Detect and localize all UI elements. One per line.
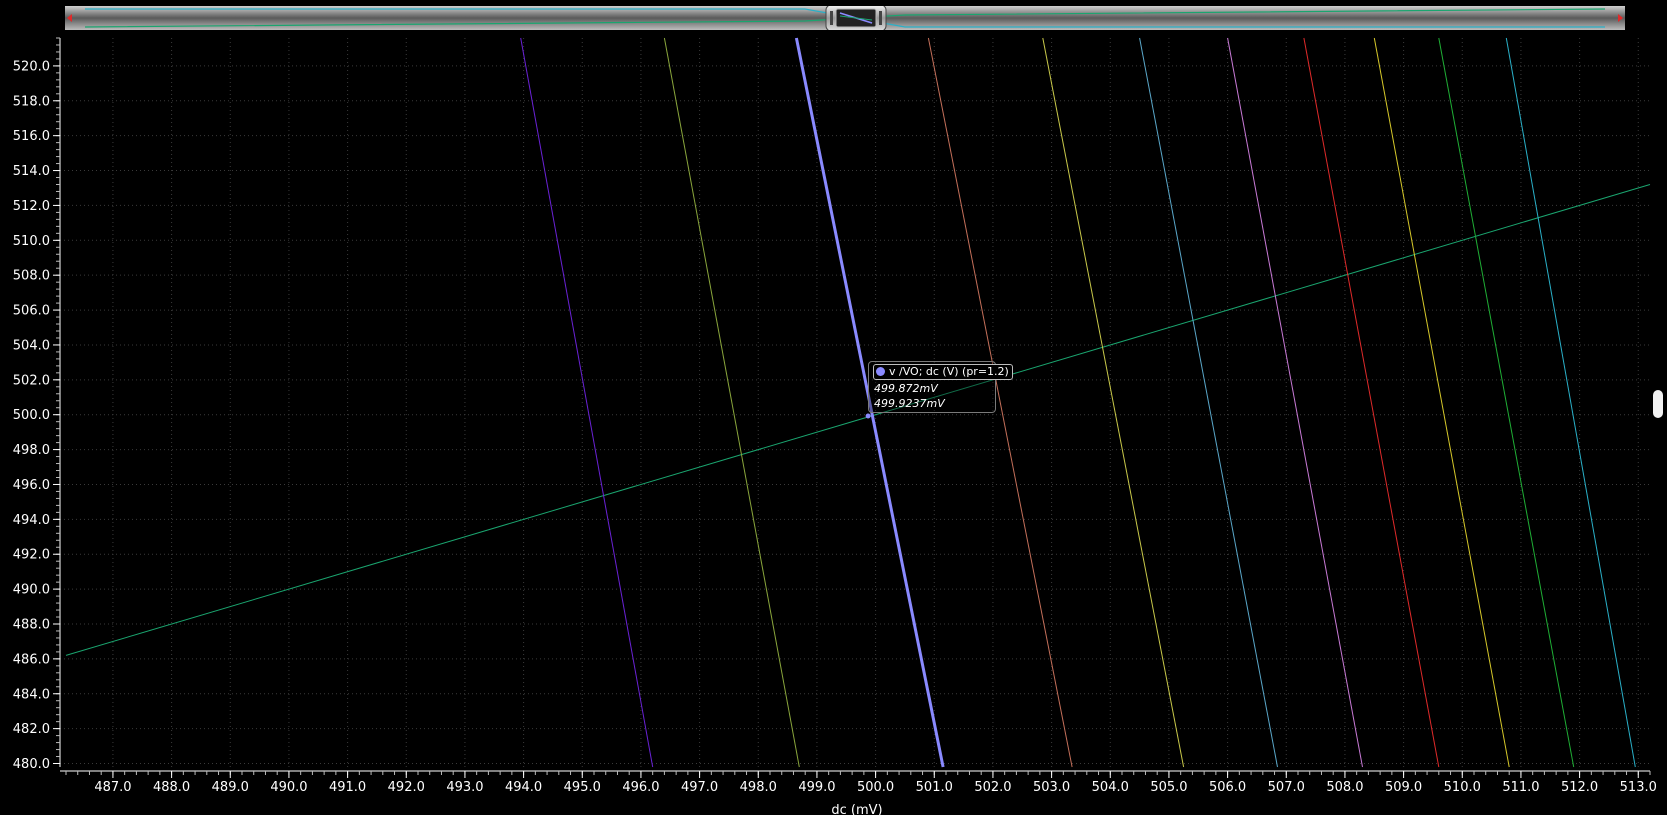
- series-line-12[interactable]: [1505, 37, 1636, 768]
- x-tick-label: 503.0: [1033, 780, 1070, 795]
- x-tick-label: 501.0: [916, 780, 953, 795]
- x-tick-label: 500.0: [857, 780, 894, 795]
- x-tick-label: 505.0: [1150, 780, 1187, 795]
- x-tick-label: 491.0: [329, 780, 366, 795]
- x-tick-label: 508.0: [1326, 780, 1363, 795]
- series-line-11[interactable]: [1438, 37, 1575, 768]
- y-tick-label: 518.0: [13, 94, 50, 109]
- y-tick-label: 506.0: [13, 304, 50, 319]
- plot-series: [65, 37, 1651, 768]
- y-tick-label: 484.0: [13, 687, 50, 702]
- series-line-9[interactable]: [1303, 37, 1440, 768]
- series-line-8[interactable]: [1227, 37, 1363, 768]
- x-tick-label: 494.0: [505, 780, 542, 795]
- y-tick-label: 502.0: [13, 373, 50, 388]
- x-axis-title: dc (mV): [831, 803, 882, 815]
- x-tick-label: 492.0: [388, 780, 425, 795]
- x-tick-label: 489.0: [212, 780, 249, 795]
- x-tick-label: 510.0: [1444, 780, 1481, 795]
- marker-title-row: v /VO; dc (V) (pr=1.2): [873, 364, 1013, 380]
- y-tick-label: 482.0: [13, 722, 50, 737]
- marker-y-value: 499.9237mV: [874, 397, 945, 410]
- series-line-2[interactable]: [520, 37, 654, 768]
- x-tick-label: 496.0: [622, 780, 659, 795]
- x-tick-label: 498.0: [740, 780, 777, 795]
- x-tick-label: 495.0: [564, 780, 601, 795]
- x-tick-label: 504.0: [1092, 780, 1129, 795]
- marker-x-value: 499.872mV: [874, 382, 938, 395]
- y-tick-label: 494.0: [13, 513, 50, 528]
- x-tick-label: 511.0: [1502, 780, 1539, 795]
- point-marker-label[interactable]: v /VO; dc (V) (pr=1.2) 499.872mV 499.923…: [868, 361, 1013, 413]
- plot-axes: [53, 37, 1651, 778]
- vertical-scroll-handle[interactable]: [1653, 390, 1663, 418]
- y-tick-label: 514.0: [13, 164, 50, 179]
- x-tick-label: 509.0: [1385, 780, 1422, 795]
- plot-grid: [60, 38, 1650, 767]
- y-tick-label: 508.0: [13, 269, 50, 284]
- x-tick-label: 493.0: [446, 780, 483, 795]
- marker-dot-icon: [876, 367, 885, 376]
- marker-title: v /VO; dc (V) (pr=1.2): [889, 365, 1009, 378]
- x-tick-label: 488.0: [153, 780, 190, 795]
- y-tick-label: 520.0: [13, 59, 50, 74]
- x-tick-label: 506.0: [1209, 780, 1246, 795]
- y-tick-label: 480.0: [13, 757, 50, 772]
- x-tick-label: 512.0: [1561, 780, 1598, 795]
- y-tick-label: 486.0: [13, 652, 50, 667]
- series-line-3[interactable]: [663, 37, 800, 768]
- y-tick-label: 504.0: [13, 338, 50, 353]
- x-tick-label: 487.0: [94, 780, 131, 795]
- y-tick-label: 490.0: [13, 583, 50, 598]
- waveform-plot[interactable]: 487.0 488.0 489.0 490.0 491.0 492.0 493.0 494.0…: [0, 0, 1667, 815]
- y-tick-label: 510.0: [13, 234, 50, 249]
- y-tick-label: 512.0: [13, 199, 50, 214]
- x-tick-label: 490.0: [270, 780, 307, 795]
- series-line-1[interactable]: [65, 184, 1651, 656]
- x-axis-ticks: 487.0 488.0 489.0 490.0 491.0 492.0 493.0 494.0…: [94, 780, 1657, 795]
- x-tick-label: 502.0: [974, 780, 1011, 795]
- x-tick-label: 499.0: [798, 780, 835, 795]
- y-tick-label: 496.0: [13, 478, 50, 493]
- x-tick-label: 507.0: [1268, 780, 1305, 795]
- series-line-7[interactable]: [1139, 37, 1278, 768]
- y-tick-label: 516.0: [13, 129, 50, 144]
- y-tick-label: 492.0: [13, 548, 50, 563]
- marker-point[interactable]: [865, 413, 871, 419]
- y-axis-ticks: 480.0 482.0 484.0 486.0 488.0 490.0 492.0 494.0…: [13, 59, 50, 772]
- y-tick-label: 500.0: [13, 408, 50, 423]
- y-tick-label: 488.0: [13, 617, 50, 632]
- y-tick-label: 498.0: [13, 443, 50, 458]
- x-tick-label: 497.0: [681, 780, 718, 795]
- x-tick-label: 513.0: [1620, 780, 1657, 795]
- series-line-10[interactable]: [1373, 37, 1510, 768]
- series-line-6[interactable]: [1042, 37, 1185, 768]
